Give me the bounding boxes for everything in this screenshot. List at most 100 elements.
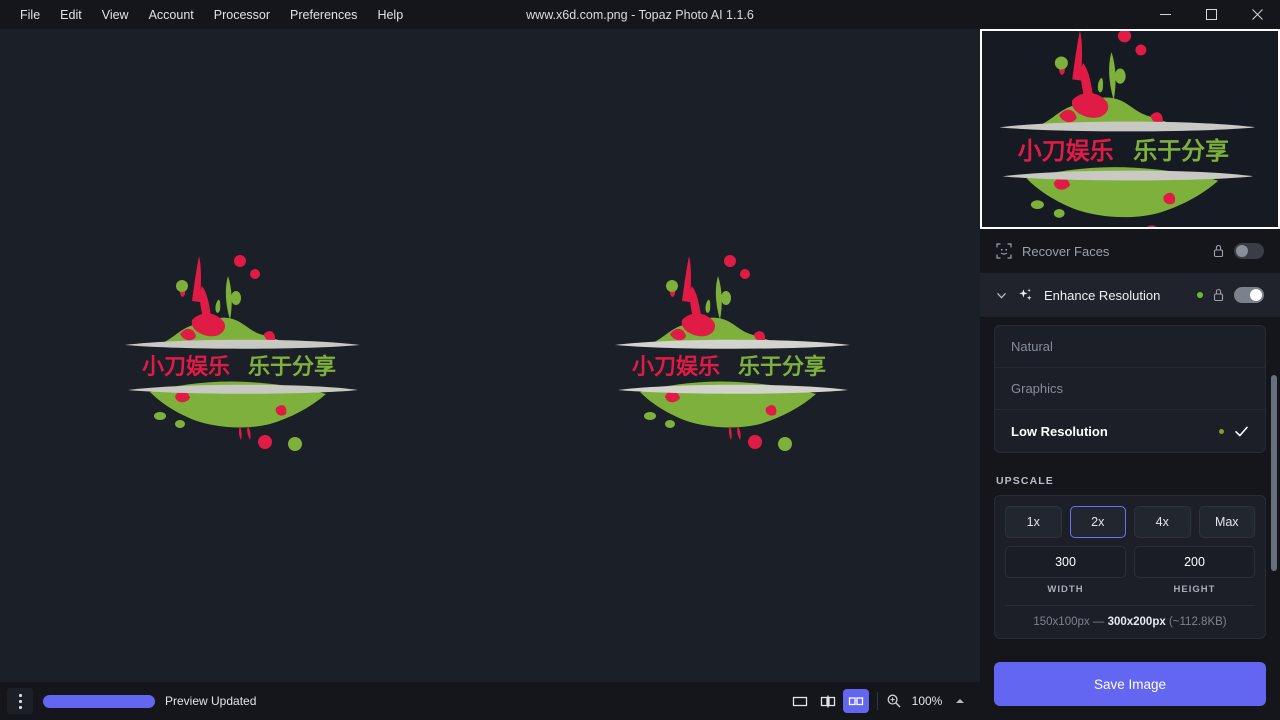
chevron-up-icon [954,695,966,707]
source-size-label: 150x100px [1033,616,1089,628]
maximize-button[interactable] [1188,0,1234,29]
status-bar: Preview Updated [0,682,980,720]
view-mode-split-button[interactable] [815,689,841,713]
height-label: HEIGHT [1134,584,1255,595]
zoom-group: 100% [886,693,968,709]
height-field-group: 200 HEIGHT [1134,546,1255,595]
model-option-natural[interactable]: Natural [995,326,1265,368]
splatter-logo-right: 小刀娱乐 乐于分享 [610,246,860,461]
toggle-knob [1250,289,1262,301]
model-status-dot [1219,429,1224,434]
artwork-text-left-enhanced: 小刀娱乐 [632,355,720,380]
kebab-dot [19,694,22,697]
feature-right-group [1212,243,1264,259]
view-controls: 100% [787,689,980,713]
menu-item-account[interactable]: Account [139,3,204,27]
zoom-icon-button[interactable] [886,693,902,709]
face-detect-icon [996,243,1012,259]
magnifier-icon [886,693,902,709]
size-arrow: — [1093,616,1105,628]
feature-row-enhance-resolution[interactable]: Enhance Resolution [980,273,1280,317]
settings-panel: Recover Faces [980,229,1280,662]
view-mode-single-button[interactable] [787,689,813,713]
minimize-icon [1160,9,1171,20]
artwork-text-right-enhanced: 乐于分享 [738,354,826,380]
menu-item-processor[interactable]: Processor [204,3,280,27]
status-dot-enhance-resolution [1197,292,1203,298]
artwork-text-left: 小刀娱乐 [142,355,230,380]
model-label: Low Resolution [1011,424,1108,439]
lock-icon[interactable] [1212,244,1225,258]
scale-button-4x[interactable]: 4x [1134,506,1191,538]
model-label: Natural [1011,339,1053,354]
toggle-enhance-resolution[interactable] [1234,287,1264,303]
view-mode-side-by-side-button[interactable] [843,689,869,713]
close-icon [1252,9,1263,20]
original-image[interactable]: 小刀娱乐 乐于分享 [120,246,370,466]
toggle-recover-faces[interactable] [1234,243,1264,259]
preview-progress-bar [43,695,155,708]
menu-item-help[interactable]: Help [367,3,413,27]
split-view-icon [820,693,836,709]
menu-item-preferences[interactable]: Preferences [280,3,367,27]
svg-text:乐于分享: 乐于分享 [1133,137,1229,165]
menubar: File Edit View Account Processor Prefere… [0,0,413,29]
model-option-low-resolution[interactable]: Low Resolution [995,410,1265,452]
save-button-container: Save Image [980,662,1280,720]
scale-button-1x[interactable]: 1x [1005,506,1062,538]
view-mode-group [787,689,869,713]
feature-left-group: Recover Faces [996,243,1212,259]
svg-text:小刀娱乐: 小刀娱乐 [1018,137,1114,165]
target-size-label: 300x200px [1108,616,1166,628]
feature-row-recover-faces[interactable]: Recover Faces [980,229,1280,273]
model-selector-list: Natural Graphics Low Resolution [994,325,1266,453]
enhanced-image[interactable]: 小刀娱乐 乐于分享 [610,246,860,466]
scale-button-2x[interactable]: 2x [1070,506,1127,538]
image-comparison-pair: 小刀娱乐 乐于分享 [0,29,980,682]
window-controls [1142,0,1280,29]
dimension-row: 300 WIDTH 200 HEIGHT [1005,546,1255,595]
artwork-text-right: 乐于分享 [248,354,336,380]
feature-left-group: Enhance Resolution [996,287,1197,304]
more-options-button[interactable] [7,688,33,714]
toggle-knob [1236,245,1248,257]
minimize-button[interactable] [1142,0,1188,29]
upscale-card: 1x 2x 4x Max 300 WIDTH 200 HEIGHT [994,495,1266,639]
kebab-dot [19,706,22,709]
splatter-logo-left: 小刀娱乐 乐于分享 [120,246,370,461]
model-label: Graphics [1011,381,1063,396]
height-input[interactable]: 200 [1134,546,1255,578]
width-label: WIDTH [1005,584,1126,595]
model-selected-indicators [1219,424,1249,439]
right-sidebar: 小刀娱乐 乐于分享 Recover Faces [980,29,1280,720]
menu-item-edit[interactable]: Edit [50,3,92,27]
single-view-icon [792,693,808,709]
close-button[interactable] [1234,0,1280,29]
lock-icon[interactable] [1212,288,1225,302]
thumbnail-artwork: 小刀娱乐 乐于分享 [982,31,1278,227]
kebab-dot [19,700,22,703]
thumbnail-preview[interactable]: 小刀娱乐 乐于分享 [980,29,1280,229]
zoom-expand-button[interactable] [952,693,968,709]
width-field-group: 300 WIDTH [1005,546,1126,595]
zoom-level-label[interactable]: 100% [910,694,944,708]
menu-item-file[interactable]: File [10,3,50,27]
sparkles-icon [1017,287,1034,304]
feature-right-group [1197,287,1264,303]
app-window: File Edit View Account Processor Prefere… [0,0,1280,720]
sidebar-scrollbar-thumb[interactable] [1271,375,1277,571]
width-input[interactable]: 300 [1005,546,1126,578]
model-option-graphics[interactable]: Graphics [995,368,1265,410]
menu-item-view[interactable]: View [92,3,139,27]
maximize-icon [1206,9,1217,20]
scale-button-max[interactable]: Max [1199,506,1256,538]
side-by-side-view-icon [848,693,864,709]
image-canvas[interactable]: 小刀娱乐 乐于分享 [0,29,980,682]
feature-label-recover-faces: Recover Faces [1022,244,1109,259]
titlebar: File Edit View Account Processor Prefere… [0,0,1280,29]
chevron-down-icon[interactable] [996,290,1007,301]
check-icon [1234,424,1249,439]
save-image-button[interactable]: Save Image [994,662,1266,706]
estimated-filesize-label: (~112.8KB) [1169,616,1227,628]
feature-label-enhance-resolution: Enhance Resolution [1044,288,1160,303]
